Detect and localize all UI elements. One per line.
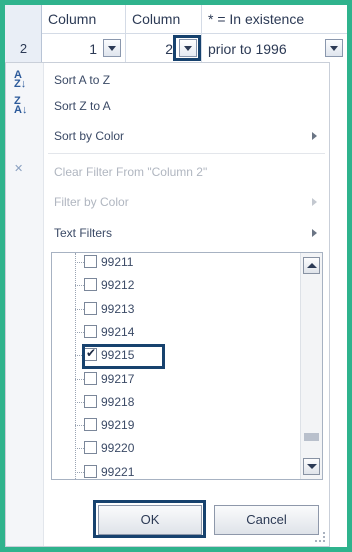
highlight-box-ok-button [93,500,206,538]
highlight-box-dropdown [173,35,201,61]
tree-branch [75,308,84,310]
list-item-label: 99218 [101,394,135,409]
header-row: Column Column * = In existence [42,5,347,33]
checkbox[interactable] [84,324,97,338]
cell-text: Column [132,11,181,27]
menu-item-sort-z-to-a[interactable]: Z A↓ Sort Z to A [6,91,329,121]
tree-branch [75,285,84,287]
list-item-label: 99213 [101,301,135,316]
tree-branch [75,425,84,427]
cell-text: * = In existence [208,11,305,27]
menu-item-label: Text Filters [54,226,113,240]
checkbox[interactable] [84,278,97,292]
scroll-up-button[interactable] [303,257,320,274]
cell-text: prior to 1996 [208,41,287,57]
list-item-label: 99212 [101,278,135,293]
menu-item-clear-filter[interactable]: ✕ Clear Filter From "Column 2" [6,157,329,187]
cancel-button[interactable]: Cancel [214,505,319,535]
spreadsheet-header: 2 Column Column * = In existence 1 2 pri… [5,5,347,62]
row-header: 2 [5,5,42,62]
tree-branch [75,262,84,263]
autofilter-menu: A Z↓ Sort A to Z Z A↓ Sort Z to A Sort by … [5,62,330,547]
menu-item-filter-by-color[interactable]: Filter by Color [6,187,329,217]
checkbox[interactable] [84,394,97,408]
tree-branch [75,378,84,380]
checkbox[interactable] [84,301,97,315]
cell-column-1-filter[interactable]: 1 [42,34,126,62]
cell-value: 2 [165,41,173,57]
filter-values-list[interactable]: 9921199212992139921499215992179921899219… [51,252,323,480]
filter-dropdown-button-column-1[interactable] [103,39,121,57]
menu-item-text-filters[interactable]: Text Filters [6,218,329,248]
submenu-arrow-icon [312,132,317,140]
list-item-label: 99220 [101,441,135,456]
list-item-label: 99217 [101,371,135,386]
cell-column-2-header[interactable]: Column [126,5,202,33]
checkbox[interactable] [84,418,97,432]
list-scrollbar[interactable] [300,253,322,479]
menu-item-label: Sort Z to A [54,99,111,113]
list-item-label: 99214 [101,324,135,339]
row-number: 2 [19,41,28,56]
sort-descending-icon: Z A↓ [14,95,28,116]
menu-item-label: Sort by Color [54,129,125,143]
menu-separator [48,153,325,154]
checkbox[interactable] [84,441,97,455]
cell-column-2-filter[interactable]: 2 [126,34,202,62]
submenu-arrow-icon [312,229,317,237]
cell-column-1-header[interactable]: Column [42,5,126,33]
tree-branch [75,448,84,450]
tree-branch [75,471,84,473]
checkbox[interactable] [84,371,97,385]
checkbox[interactable] [84,464,97,478]
cell-column-3-filter[interactable]: prior to 1996 [202,34,347,62]
sort-ascending-icon: A Z↓ [14,69,27,90]
highlight-box-selected-item [82,344,165,369]
menu-item-label: Sort A to Z [54,73,111,87]
tree-branch [75,401,84,403]
cell-value: 1 [89,41,97,57]
scroll-down-button[interactable] [303,458,320,475]
list-item-label: 99221 [101,464,135,479]
checkbox[interactable] [84,255,97,268]
menu-item-label: Filter by Color [54,195,129,209]
tree-connector-line [75,253,76,479]
resize-grip-icon[interactable] [315,532,325,542]
filter-dropdown-button-column-3[interactable] [325,39,343,57]
clear-filter-icon: ✕ [14,163,24,175]
list-item-label: 99219 [101,418,135,433]
submenu-arrow-icon [312,198,317,206]
cell-text: Column [48,11,97,27]
menu-item-label: Clear Filter From "Column 2" [54,165,208,179]
menu-item-sort-by-color[interactable]: Sort by Color [6,121,329,151]
scroll-thumb[interactable] [304,433,319,441]
tree-branch [75,331,84,333]
list-item-label: 99211 [101,255,134,269]
cell-column-3-header[interactable]: * = In existence [202,5,347,33]
filter-row: 1 2 prior to 1996 [42,33,347,62]
